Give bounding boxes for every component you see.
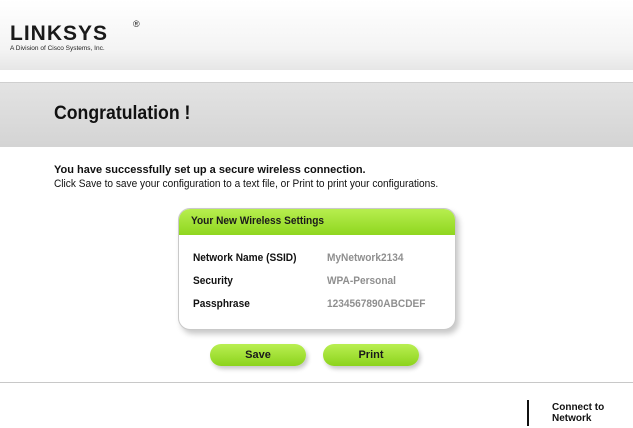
security-label: Security <box>193 275 233 287</box>
registered-mark: ® <box>133 19 140 29</box>
success-message: You have successfully set up a secure wi… <box>54 163 614 191</box>
success-message-bold: You have successfully set up a secure wi… <box>54 164 366 176</box>
security-value: WPA-Personal <box>327 275 396 287</box>
wireless-settings-card: Your New Wireless Settings Network Name … <box>178 208 456 330</box>
passphrase-label: Passphrase <box>193 298 250 310</box>
footer-vertical-divider <box>527 400 529 426</box>
connect-label-line1: Connect to <box>552 402 605 413</box>
connect-label-line2: Network <box>552 413 592 424</box>
card-header-title: Your New Wireless Settings <box>191 215 325 227</box>
card-header: Your New Wireless Settings <box>179 209 455 235</box>
ssid-label: Network Name (SSID) <box>193 252 297 264</box>
page-title: Congratulation ! <box>54 103 191 124</box>
connect-to-network-link[interactable]: Connect to Network <box>552 402 604 424</box>
instructions-text: Click Save to save your configuration to… <box>54 178 439 190</box>
ssid-value: MyNetwork2134 <box>327 252 404 264</box>
save-button[interactable]: Save <box>210 344 306 366</box>
passphrase-value: 1234567890ABCDEF <box>327 298 426 310</box>
linksys-logo: LINKSYS <box>10 22 109 45</box>
footer-divider-line <box>0 382 633 383</box>
logo-tagline: A Division of Cisco Systems, Inc. <box>10 45 105 52</box>
print-button[interactable]: Print <box>323 344 419 366</box>
